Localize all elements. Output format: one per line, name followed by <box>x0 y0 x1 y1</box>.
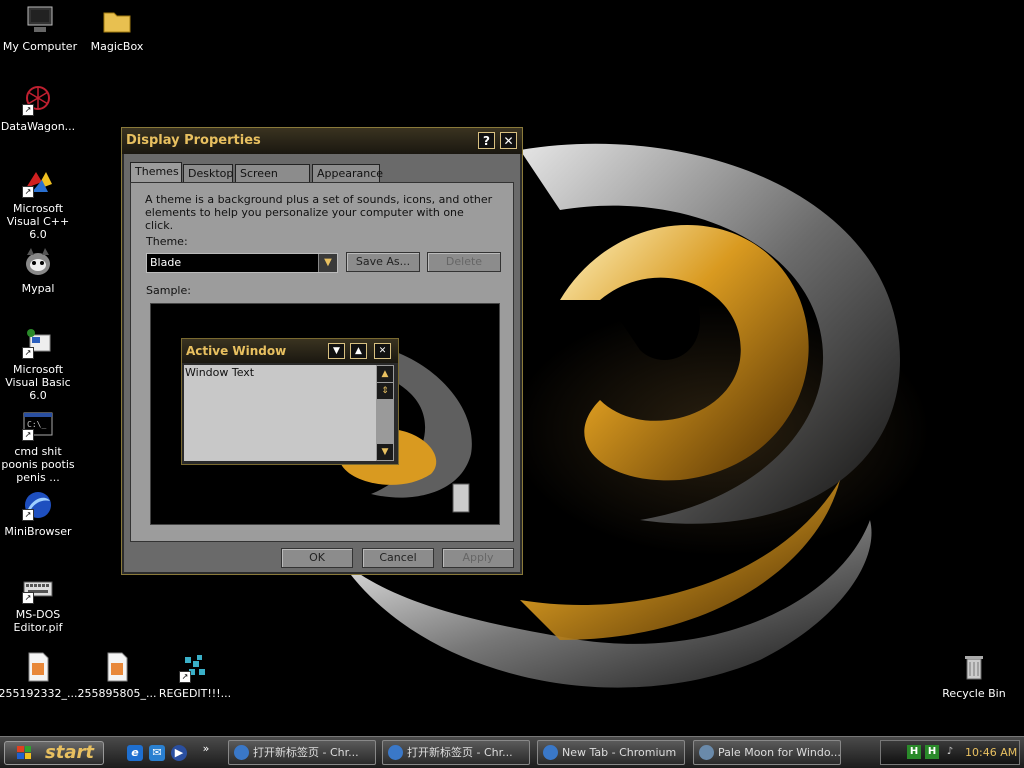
sample-window-title: Active Window <box>186 344 287 358</box>
mypal-icon <box>22 246 54 278</box>
shortcut-arrow-icon: ↗ <box>22 186 34 198</box>
svg-text:C:\_: C:\_ <box>27 420 46 429</box>
theme-select-value: Blade <box>150 256 182 269</box>
desktop-icon-image-2[interactable]: 255895805_... <box>77 651 157 700</box>
cmd-icon: C:\_ ↗ <box>22 409 54 441</box>
desktop-icon-image-1[interactable]: 255192332_... <box>0 651 78 700</box>
quick-launch-overflow[interactable]: » <box>198 741 214 757</box>
sample-titlebar: Active Window ▼ ▲ ✕ <box>182 339 398 363</box>
tab-desktop[interactable]: Desktop <box>183 164 233 182</box>
shortcut-arrow-icon: ↗ <box>22 104 34 116</box>
dialog-titlebar[interactable]: Display Properties ? ✕ <box>122 128 522 154</box>
shortcut-arrow-icon: ↗ <box>22 429 34 441</box>
folder-icon <box>101 4 133 36</box>
desktop-icon-my-computer[interactable]: My Computer <box>0 4 80 53</box>
sample-window-client: Window Text <box>184 365 376 461</box>
shortcut-arrow-icon: ↗ <box>22 509 34 521</box>
scroll-up-icon: ▲ <box>377 366 393 382</box>
windows-flag-icon <box>17 746 31 759</box>
ie-icon[interactable]: e <box>127 745 143 761</box>
my-computer-icon <box>24 4 56 36</box>
volume-icon[interactable]: ♪ <box>943 745 957 759</box>
desktop-icon-recycle-bin[interactable]: Recycle Bin <box>934 651 1014 700</box>
minimize-icon: ▼ <box>328 343 345 359</box>
taskbar-task-2[interactable]: 打开新标签页 - Chr... <box>382 740 530 765</box>
desktop-icon-msdos-editor[interactable]: ↗ MS-DOS Editor.pif <box>0 572 78 634</box>
chevron-down-icon[interactable]: ▼ <box>318 254 337 272</box>
chromium-icon <box>234 745 249 760</box>
ok-button[interactable]: OK <box>281 548 353 568</box>
close-icon: ✕ <box>374 343 391 359</box>
desktop-icon-minibrowser[interactable]: ↗ MiniBrowser <box>0 489 78 538</box>
desktop-icon-visual-basic[interactable]: ↗ Microsoft Visual Basic 6.0 <box>0 327 78 402</box>
save-as-button[interactable]: Save As... <box>346 252 420 272</box>
keyboard-icon: ↗ <box>22 572 54 604</box>
taskbar-task-4[interactable]: Pale Moon for Windo... <box>693 740 841 765</box>
sample-label: Sample: <box>146 284 191 297</box>
taskbar: start e ✉ ▶ » 打开新标签页 - Chr... 打开新标签页 - C… <box>0 736 1024 768</box>
theme-description: A theme is a background plus a set of so… <box>145 193 493 232</box>
visual-cpp-icon: ↗ <box>22 166 54 198</box>
system-tray: H H ♪ 10:46 AM <box>880 740 1020 765</box>
chromium-icon <box>543 745 558 760</box>
image-file-icon <box>101 651 133 683</box>
desktop-icon-datawagon[interactable]: ↗ DataWagon... <box>0 84 78 133</box>
clock[interactable]: 10:46 AM <box>965 746 1017 759</box>
shortcut-arrow-icon: ↗ <box>179 671 191 683</box>
visual-basic-icon: ↗ <box>22 327 54 359</box>
tab-appearance[interactable]: Appearance <box>312 164 383 182</box>
shortcut-arrow-icon: ↗ <box>22 347 34 359</box>
close-button[interactable]: ✕ <box>500 132 517 149</box>
desktop-icon-regedit[interactable]: ↗ REGEDIT!!!... <box>155 651 235 700</box>
taskbar-task-1[interactable]: 打开新标签页 - Chr... <box>228 740 376 765</box>
desktop-icon-mypal[interactable]: Mypal <box>0 246 78 295</box>
outlook-icon[interactable]: ✉ <box>149 745 165 761</box>
media-player-icon[interactable]: ▶ <box>171 745 187 761</box>
dialog-title: Display Properties <box>126 133 261 148</box>
tab-themes[interactable]: Themes <box>130 162 182 183</box>
sample-scrollbar: ▲ ⇕ ▼ <box>376 365 394 461</box>
desktop-icon-cmd[interactable]: C:\_ ↗ cmd shit poonis pootis penis ... <box>0 409 78 484</box>
themes-panel: A theme is a background plus a set of so… <box>130 182 514 542</box>
help-button[interactable]: ? <box>478 132 495 149</box>
sample-active-window: Active Window ▼ ▲ ✕ Window Text ▲ ⇕ ▼ <box>181 338 399 465</box>
desktop-icon-magicbox[interactable]: MagicBox <box>77 4 157 53</box>
dialog-body: Themes Desktop Screen Saver Appearance A… <box>124 154 520 572</box>
tray-h-icon-1[interactable]: H <box>907 745 921 759</box>
apply-button[interactable]: Apply <box>442 548 514 568</box>
taskbar-task-3[interactable]: New Tab - Chromium <box>537 740 685 765</box>
theme-label: Theme: <box>146 235 188 248</box>
theme-select[interactable]: Blade ▼ <box>146 253 338 273</box>
desktop-icon-visual-cpp[interactable]: ↗ Microsoft Visual C++ 6.0 <box>0 166 78 241</box>
shortcut-arrow-icon: ↗ <box>22 592 34 604</box>
tab-screen-saver[interactable]: Screen Saver <box>235 164 310 198</box>
image-file-icon <box>22 651 54 683</box>
chromium-icon <box>388 745 403 760</box>
delete-button[interactable]: Delete <box>427 252 501 272</box>
start-label: start <box>45 742 94 763</box>
theme-sample-preview: Active Window ▼ ▲ ✕ Window Text ▲ ⇕ ▼ <box>150 303 500 525</box>
minibrowser-icon: ↗ <box>22 489 54 521</box>
recycle-bin-icon <box>958 651 990 683</box>
regedit-icon: ↗ <box>179 651 211 683</box>
tray-h-icon-2[interactable]: H <box>925 745 939 759</box>
start-button[interactable]: start <box>4 741 104 765</box>
scroll-thumb: ⇕ <box>377 383 393 399</box>
datawagon-icon: ↗ <box>22 84 54 116</box>
display-properties-dialog: Display Properties ? ✕ Themes Desktop Sc… <box>121 127 523 575</box>
cancel-button[interactable]: Cancel <box>362 548 434 568</box>
maximize-icon: ▲ <box>350 343 367 359</box>
scroll-down-icon: ▼ <box>377 444 393 460</box>
pale-moon-icon <box>699 745 714 760</box>
sample-window-text: Window Text <box>185 366 255 379</box>
desktop: My Computer MagicBox ↗ DataWagon... ↗ Mi… <box>0 0 1024 736</box>
